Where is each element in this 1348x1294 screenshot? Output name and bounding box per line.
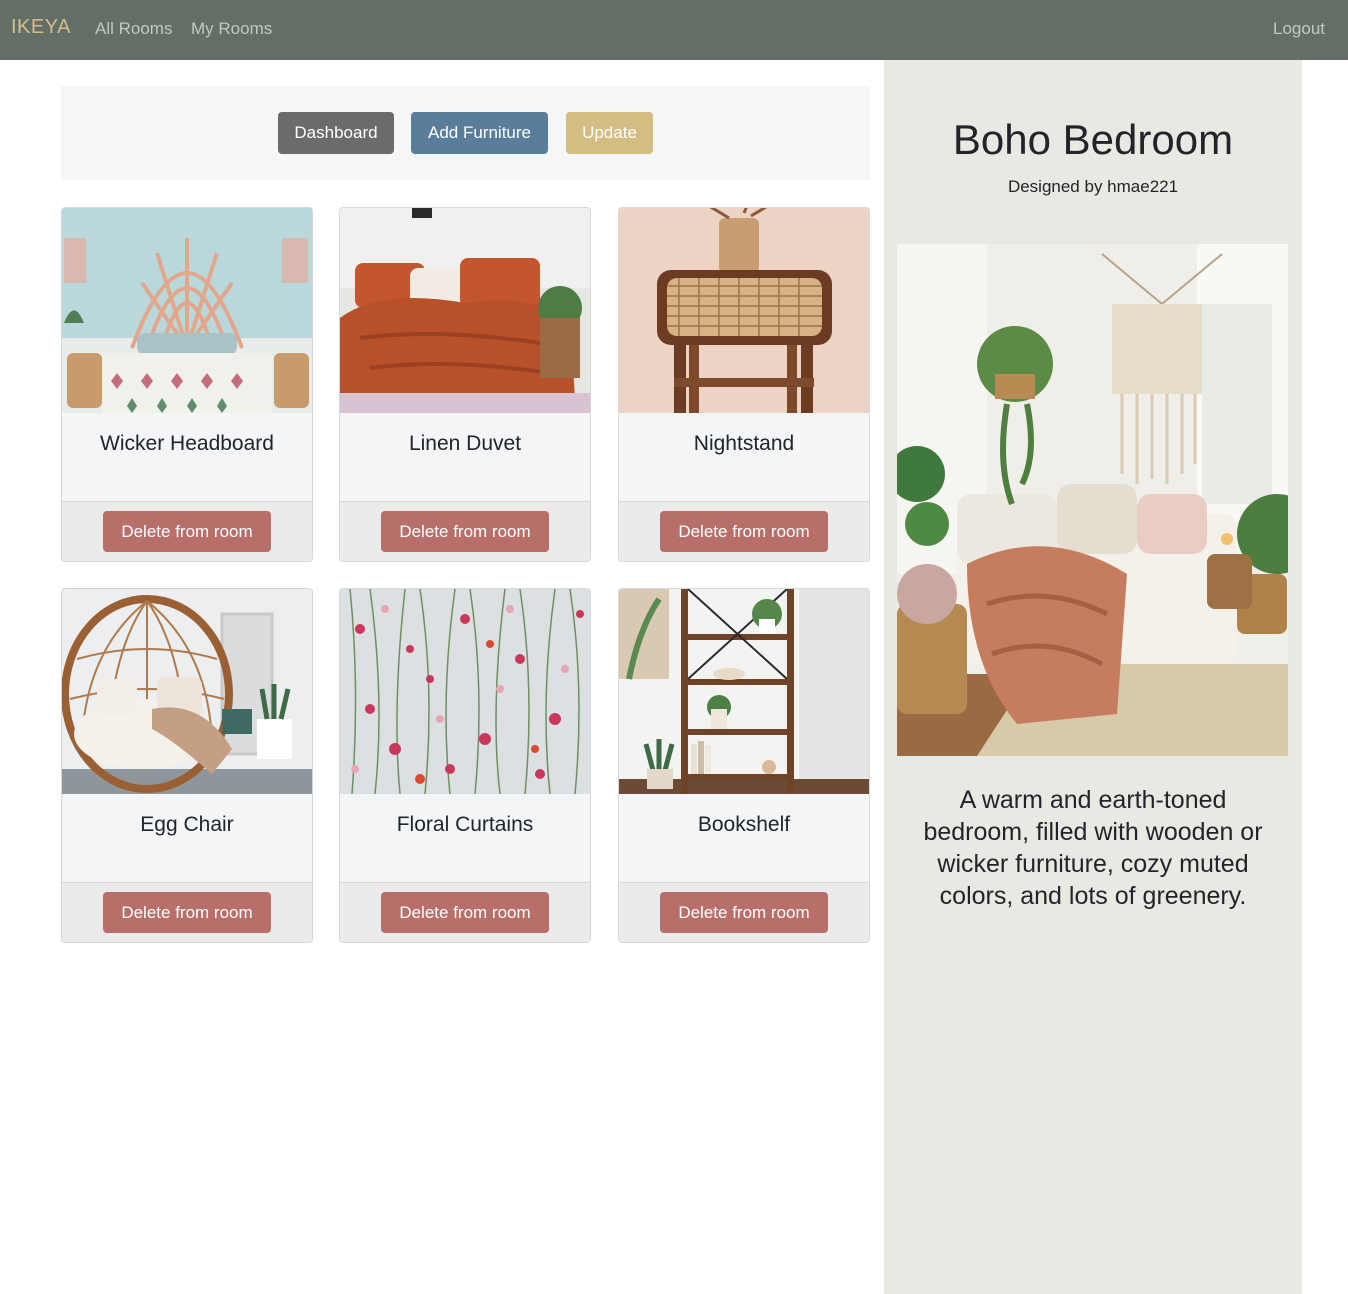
nav-all-rooms-link[interactable]: All Rooms [95,19,172,39]
furniture-image [62,589,312,794]
furniture-card-egg-chair: Egg Chair Delete from room [61,588,313,943]
furniture-name: Wicker Headboard [100,432,274,455]
dashboard-button[interactable]: Dashboard [278,112,394,154]
card-footer: Delete from room [619,882,869,942]
brand-logo[interactable]: IKEYA [11,16,71,39]
furniture-name: Bookshelf [697,813,791,836]
card-footer: Delete from room [62,882,312,942]
furniture-name: Linen Duvet [408,432,522,455]
card-footer: Delete from room [619,501,869,561]
furniture-image [340,589,590,794]
furniture-name: Nightstand [693,432,795,455]
delete-from-room-button[interactable]: Delete from room [381,511,549,552]
delete-from-room-button[interactable]: Delete from room [660,511,828,552]
logout-link[interactable]: Logout [1273,19,1325,39]
room-image [897,244,1288,756]
furniture-image [62,208,312,413]
card-footer: Delete from room [340,882,590,942]
delete-from-room-button[interactable]: Delete from room [103,511,271,552]
furniture-card-wicker-headboard: Wicker Headboard Delete from room [61,207,313,562]
nav-my-rooms-link[interactable]: My Rooms [191,19,272,39]
furniture-image [340,208,590,413]
delete-from-room-button[interactable]: Delete from room [103,892,271,933]
furniture-image [619,208,869,413]
furniture-name: Egg Chair [140,813,234,836]
room-title: Boho Bedroom [952,116,1234,163]
room-description: A warm and earth-toned bedroom, filled w… [923,786,1263,910]
add-furniture-button[interactable]: Add Furniture [411,112,548,154]
card-footer: Delete from room [62,501,312,561]
furniture-card-linen-duvet: Linen Duvet Delete from room [339,207,591,562]
room-designer: Designed by hmae221 [1007,177,1179,196]
delete-from-room-button[interactable]: Delete from room [660,892,828,933]
room-toolbar: Dashboard Add Furniture Update [61,86,870,180]
furniture-image [619,589,869,794]
furniture-card-nightstand: Nightstand Delete from room [618,207,870,562]
furniture-card-floral-curtains: Floral Curtains Delete from room [339,588,591,943]
room-details-panel: Boho Bedroom Designed by hmae221 A warm … [884,60,1302,1294]
furniture-name: Floral Curtains [396,813,534,836]
furniture-card-bookshelf: Bookshelf Delete from room [618,588,870,943]
card-footer: Delete from room [340,501,590,561]
update-button[interactable]: Update [566,112,653,154]
top-navbar: IKEYA All Rooms My Rooms Logout [0,0,1348,60]
delete-from-room-button[interactable]: Delete from room [381,892,549,933]
